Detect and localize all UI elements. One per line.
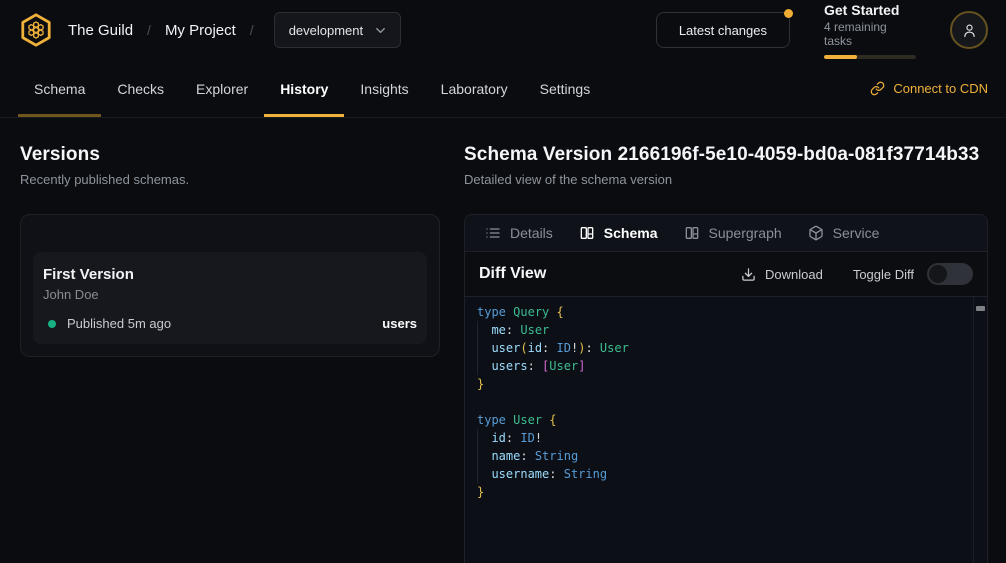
progress-fill: [824, 55, 857, 59]
target-selector-value: development: [289, 23, 363, 38]
versions-panel: Versions Recently published schemas. Fir…: [20, 144, 440, 563]
detail-tab-schema[interactable]: Schema: [579, 225, 658, 241]
tab-laboratory[interactable]: Laboratory: [425, 60, 524, 117]
versions-subtitle: Recently published schemas.: [20, 172, 440, 187]
tab-insights[interactable]: Insights: [344, 60, 424, 117]
app-root: The Guild / My Project / development Lat…: [0, 0, 1006, 563]
toggle-diff-control: Toggle Diff: [853, 263, 973, 285]
toggle-diff-label: Toggle Diff: [853, 267, 914, 282]
tab-explorer[interactable]: Explorer: [180, 60, 264, 117]
detail-tab-label: Details: [510, 225, 553, 241]
toggle-diff-switch[interactable]: [927, 263, 973, 285]
latest-changes-label: Latest changes: [679, 23, 767, 38]
progress-bar: [824, 55, 916, 59]
version-card[interactable]: First Version John Doe Published 5m ago …: [33, 252, 427, 344]
download-label: Download: [765, 267, 823, 282]
toggle-knob: [929, 265, 947, 283]
org-name[interactable]: The Guild: [68, 22, 133, 39]
get-started-widget[interactable]: Get Started 4 remaining tasks: [824, 2, 916, 59]
version-detail-panel: Schema Version 2166196f-5e10-4059-bd0a-0…: [464, 144, 988, 563]
detail-tab-label: Schema: [604, 225, 658, 241]
detail-tab-label: Service: [833, 225, 880, 241]
main-nav: Schema Checks Explorer History Insights …: [0, 60, 1006, 118]
connect-to-cdn-label: Connect to CDN: [893, 81, 988, 96]
tab-schema[interactable]: Schema: [18, 60, 101, 117]
versions-list: First Version John Doe Published 5m ago …: [20, 214, 440, 357]
code-scrollbar-thumb[interactable]: [976, 306, 985, 311]
breadcrumb-separator: /: [147, 22, 151, 38]
get-started-title: Get Started: [824, 2, 916, 18]
code-lines: type Query { me: User user(id: ID!): Use…: [477, 303, 973, 501]
hive-logo-icon[interactable]: [18, 12, 54, 48]
tab-history[interactable]: History: [264, 60, 344, 117]
tab-checks[interactable]: Checks: [101, 60, 180, 117]
get-started-subtitle: 4 remaining tasks: [824, 20, 916, 48]
latest-changes-button[interactable]: Latest changes: [656, 12, 790, 48]
diff-view-title: Diff View: [479, 265, 546, 283]
notification-dot: [784, 9, 793, 18]
version-status: Published 5m ago: [67, 316, 171, 331]
target-selector[interactable]: development: [274, 12, 401, 48]
avatar[interactable]: [950, 11, 988, 49]
chevron-down-icon: [373, 23, 388, 38]
published-dot: [48, 320, 56, 328]
detail-tab-supergraph[interactable]: Supergraph: [684, 225, 782, 241]
detail-tab-label: Supergraph: [709, 225, 782, 241]
diff-view-actions: Download Toggle Diff: [741, 263, 973, 285]
code-scrollbar[interactable]: [973, 297, 987, 563]
detail-tab-details[interactable]: Details: [485, 225, 553, 241]
breadcrumb-separator: /: [250, 22, 254, 38]
version-name: First Version: [43, 266, 417, 283]
connect-to-cdn-link[interactable]: Connect to CDN: [870, 60, 988, 117]
tab-settings[interactable]: Settings: [524, 60, 607, 117]
schema-viewer: Details Schema: [464, 214, 988, 563]
breadcrumb: The Guild / My Project / development: [18, 12, 401, 48]
detail-tabs: Details Schema: [465, 215, 987, 252]
version-author: John Doe: [43, 287, 417, 302]
columns-icon: [579, 225, 595, 241]
user-icon: [961, 22, 978, 39]
project-name[interactable]: My Project: [165, 22, 236, 39]
main-content: Versions Recently published schemas. Fir…: [0, 118, 1006, 563]
header: The Guild / My Project / development Lat…: [0, 0, 1006, 60]
list-icon: [485, 225, 501, 241]
version-service-badge: users: [382, 316, 417, 331]
box-icon: [808, 225, 824, 241]
version-detail-title: Schema Version 2166196f-5e10-4059-bd0a-0…: [464, 144, 988, 166]
detail-tab-service[interactable]: Service: [808, 225, 880, 241]
download-icon: [741, 267, 756, 282]
nav-tabs: Schema Checks Explorer History Insights …: [18, 60, 606, 117]
diff-view-header: Diff View Download Toggle Diff: [465, 252, 987, 296]
code-editor[interactable]: type Query { me: User user(id: ID!): Use…: [465, 296, 987, 563]
columns-icon: [684, 225, 700, 241]
versions-title: Versions: [20, 144, 440, 166]
link-icon: [870, 81, 885, 96]
download-button[interactable]: Download: [741, 267, 823, 282]
version-detail-subtitle: Detailed view of the schema version: [464, 172, 988, 187]
header-actions: Latest changes Get Started 4 remaining t…: [656, 2, 988, 59]
version-status-row: Published 5m ago users: [43, 316, 417, 331]
